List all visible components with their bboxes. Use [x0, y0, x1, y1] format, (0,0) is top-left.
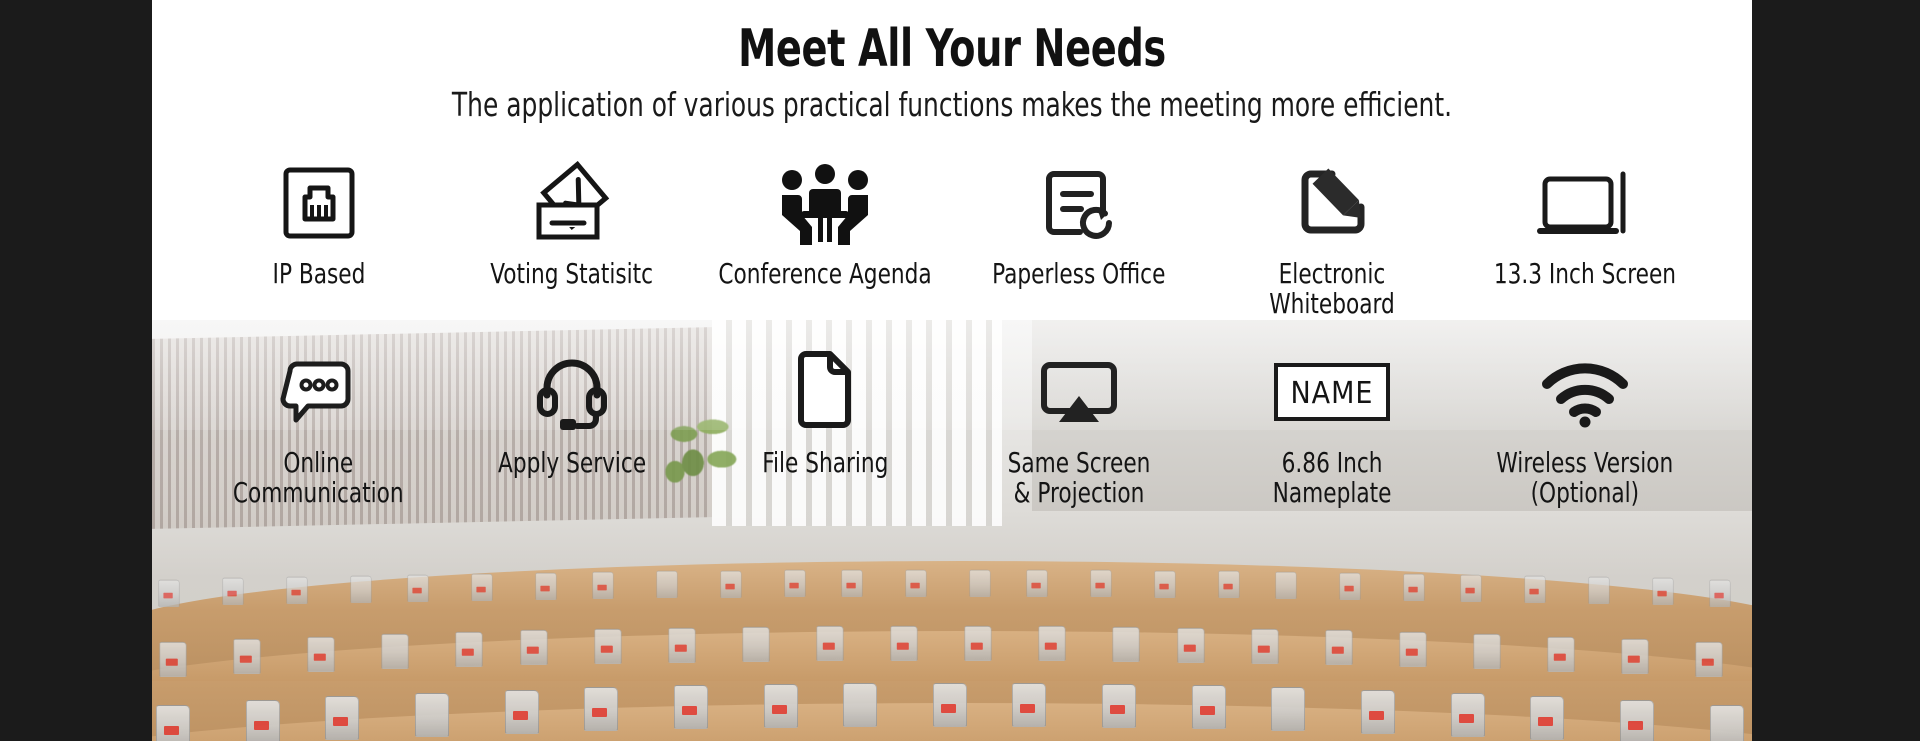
slide-stage: Meet All Your Needs The application of v…: [152, 0, 1752, 741]
screenshot-frame: Meet All Your Needs The application of v…: [0, 0, 1920, 741]
page-subtitle: The application of various practical fun…: [451, 84, 1453, 124]
whiteboard-pencil-icon: [1290, 157, 1374, 249]
document-sync-icon: [1035, 157, 1123, 249]
feature-wireless-version[interactable]: Wireless Version (Optional): [1459, 346, 1712, 507]
letterbox-bar-left: [0, 0, 152, 741]
feature-label: IP Based: [272, 256, 366, 290]
feature-label: Paperless Office: [991, 256, 1166, 290]
feature-online-communication[interactable]: Online Communication: [192, 346, 445, 507]
feature-voting-statistic[interactable]: Voting Statisitc: [445, 157, 698, 318]
letterbox-bar-right: [1752, 0, 1920, 741]
feature-conference-agenda[interactable]: Conference Agenda: [699, 157, 952, 318]
document-page-icon: [789, 346, 861, 438]
feature-label: Voting Statisitc: [490, 256, 654, 290]
ballot-box-check-icon: [526, 157, 618, 249]
feature-nameplate[interactable]: NAME 6.86 Inch Nameplate: [1205, 346, 1458, 507]
feature-label: File Sharing: [762, 446, 889, 480]
feature-same-screen-projection[interactable]: Same Screen & Projection: [952, 346, 1205, 507]
feature-label: 6.86 Inch Nameplate: [1272, 446, 1392, 509]
ethernet-port-icon: [277, 157, 361, 249]
feature-paperless-office[interactable]: Paperless Office: [952, 157, 1205, 318]
feature-label: Conference Agenda: [718, 256, 932, 290]
feature-row-2: Online Communication Apply Service File …: [152, 346, 1752, 507]
feature-electronic-whiteboard[interactable]: Electronic Whiteboard: [1205, 157, 1458, 318]
wifi-icon: [1537, 346, 1633, 438]
feature-apply-service[interactable]: Apply Service: [445, 346, 698, 507]
nameplate-icon: NAME: [1272, 346, 1392, 438]
headset-icon: [530, 346, 614, 438]
feature-label: Apply Service: [497, 446, 647, 480]
feature-file-sharing[interactable]: File Sharing: [699, 346, 952, 507]
monitor-screen-icon: [1533, 157, 1637, 249]
feature-label: Wireless Version (Optional): [1496, 446, 1674, 509]
feature-ip-based[interactable]: IP Based: [192, 157, 445, 318]
nameplate-text: NAME: [1290, 376, 1373, 411]
feature-screen-size[interactable]: 13.3 Inch Screen: [1459, 157, 1712, 318]
speech-bubble-dots-icon: [273, 346, 365, 438]
slide-content: Meet All Your Needs The application of v…: [152, 0, 1752, 741]
feature-label: Online Communication: [233, 446, 405, 509]
feature-label: 13.3 Inch Screen: [1494, 256, 1677, 290]
feature-label: Same Screen & Projection: [1007, 446, 1151, 509]
feature-row-1: IP Based Voting Statisitc Conference Age…: [152, 157, 1752, 318]
page-title: Meet All Your Needs: [738, 19, 1166, 79]
people-at-table-icon: [773, 157, 877, 249]
feature-label: Electronic Whiteboard: [1269, 256, 1395, 320]
screen-cast-icon: [1033, 346, 1125, 438]
heading-block: Meet All Your Needs The application of v…: [152, 0, 1752, 123]
